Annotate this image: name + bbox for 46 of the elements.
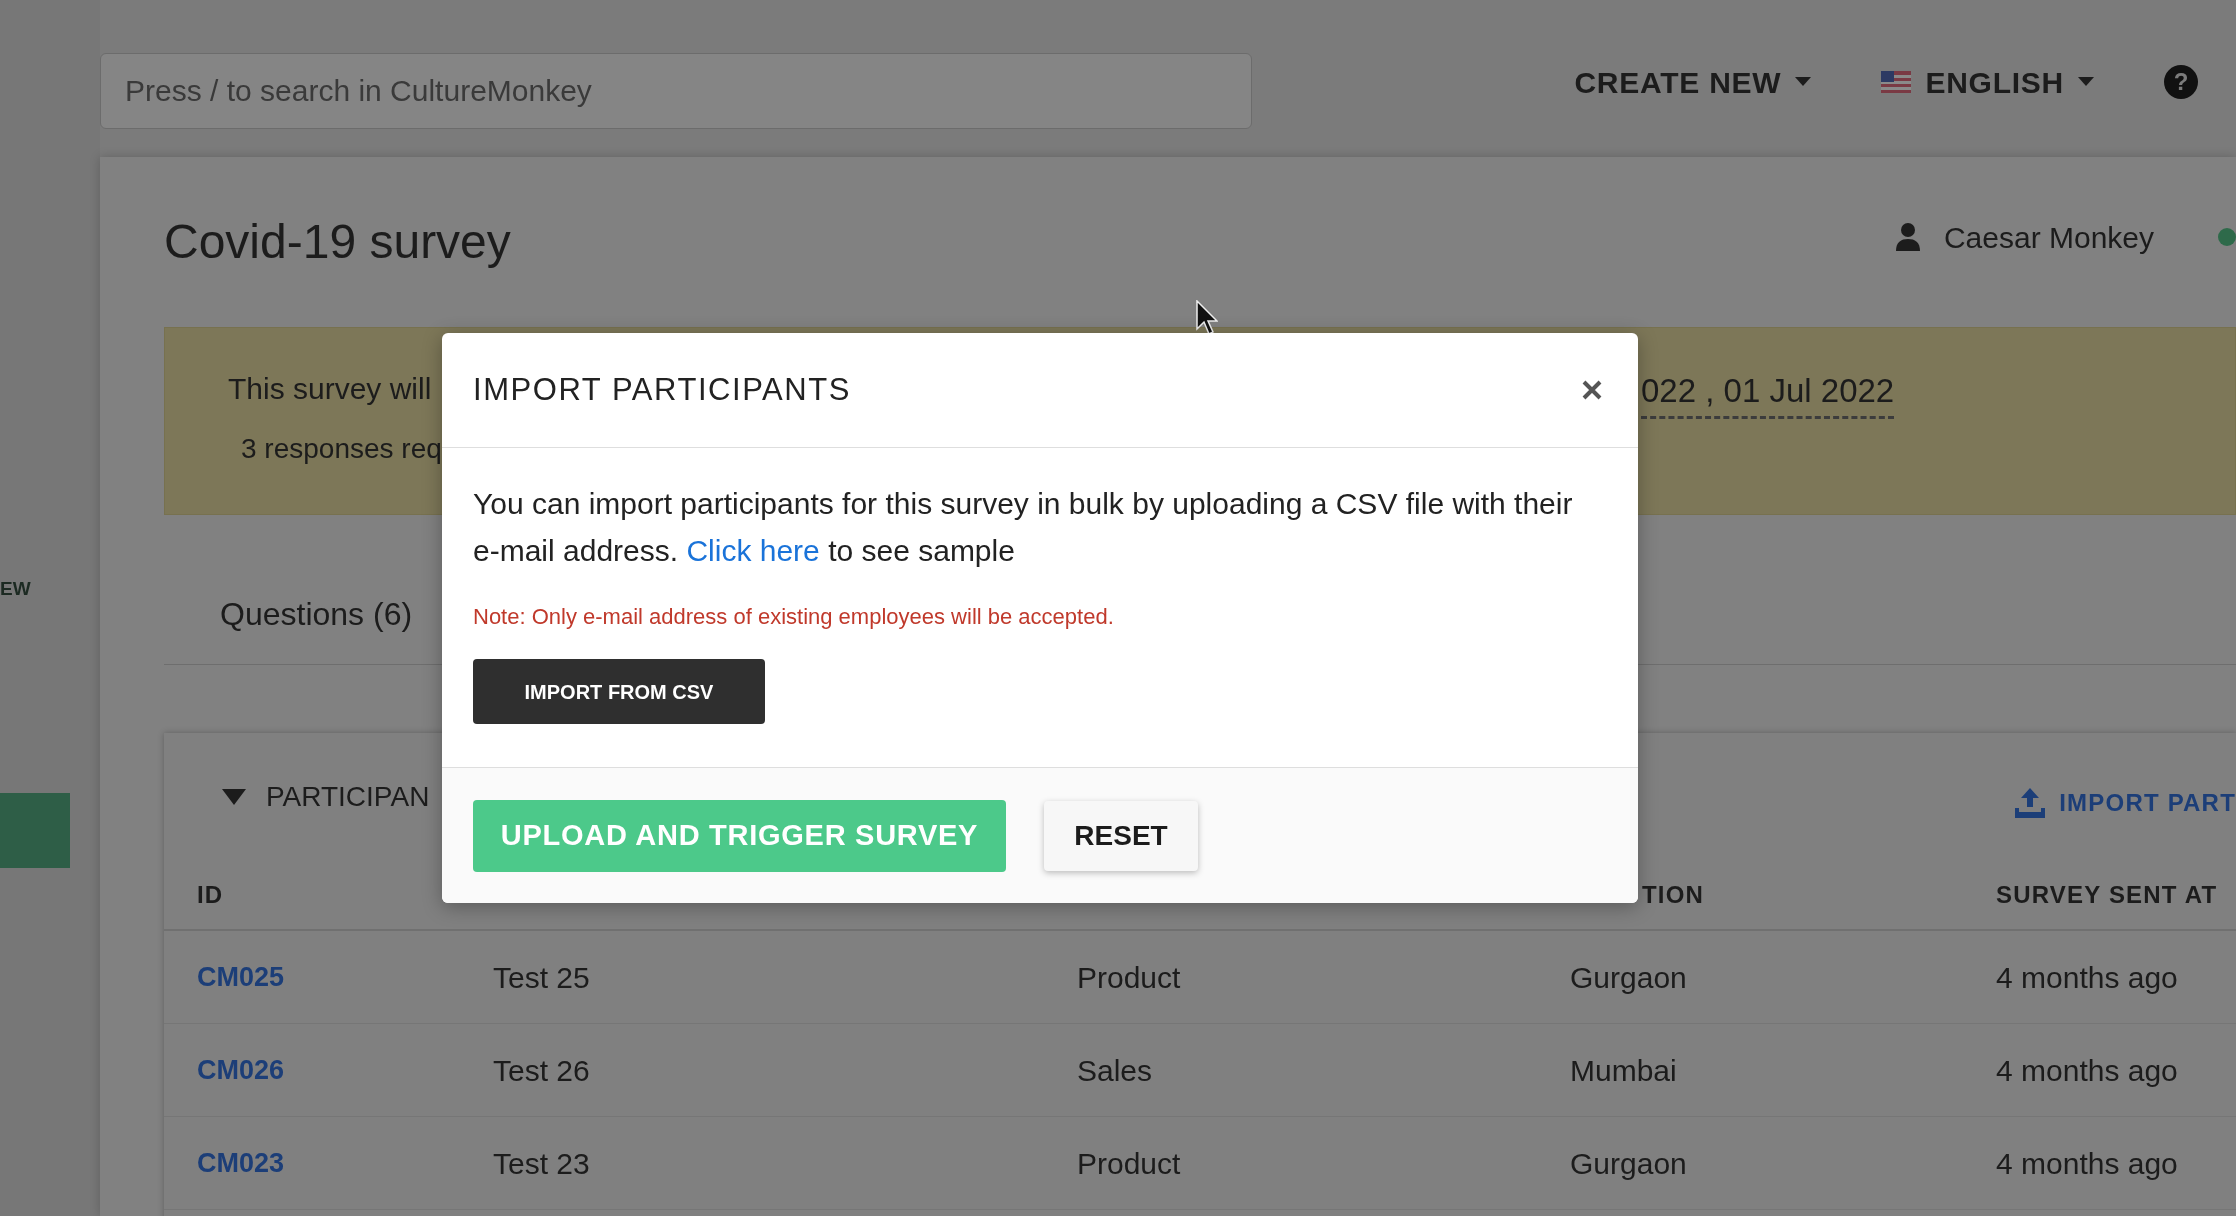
table-cell-text: Test 26	[493, 1052, 591, 1089]
column-header: TION	[1642, 881, 1705, 908]
caret-icon	[1795, 77, 1812, 87]
table-cell-text: Test 23	[493, 1145, 591, 1182]
table-cell-text: 4 months ago	[1996, 959, 2179, 996]
user-icon	[1895, 223, 1920, 251]
sample-link[interactable]: Click here	[686, 534, 820, 567]
note-text: Note: Only e-mail address of existing employees will be accepted.	[473, 603, 1115, 631]
tab[interactable]: Questions (6)	[220, 590, 413, 664]
participant-id-link[interactable]: CM026	[197, 1049, 493, 1091]
column-header: SURVEY SENT AT	[1996, 881, 2218, 908]
table-cell-text: Gurgaon	[1570, 1145, 1688, 1182]
banner-text: This survey will	[228, 371, 432, 407]
upload-trigger-button[interactable]: UPLOAD AND TRIGGER SURVEY	[473, 799, 1006, 872]
table-cell-text: Mumbai	[1570, 1052, 1678, 1089]
table-cell-text: 4 months ago	[1996, 1052, 2179, 1089]
page-title: Covid-19 survey	[164, 214, 511, 270]
banner-text: 3 responses req	[241, 432, 442, 466]
banner-dates: 022 , 01 Jul 2022	[1641, 366, 1895, 419]
table-cell-text: Test 25	[493, 959, 591, 996]
help-button[interactable]: ?	[2164, 65, 2198, 99]
close-icon	[1582, 380, 1602, 400]
import-link[interactable]: IMPORT PART	[2015, 773, 2236, 821]
caret-icon	[2078, 77, 2094, 87]
participant-id-link[interactable]: CM023	[197, 1142, 493, 1184]
table-cell-text: Product	[1077, 1145, 1182, 1182]
dialog-message: You can import participants for this survey in bulk by uploading a CSV file with their e-mail address. Click here to see sample	[473, 486, 1574, 569]
language-dropdown[interactable]: ENGLISH	[1881, 59, 2094, 105]
table-cell-text: Product	[1077, 959, 1182, 996]
caret-down-icon	[222, 789, 246, 805]
mouse-cursor-icon	[1196, 300, 1218, 336]
column-header: ID	[197, 881, 224, 908]
flag-icon	[1881, 71, 1912, 93]
table-cell-text: 4 months ago	[1996, 1145, 2179, 1182]
user-name: Caesar Monkey	[1943, 219, 2154, 256]
sidebar-item[interactable]: EW	[0, 575, 31, 604]
participants-toggle[interactable]: PARTICIPAN	[222, 776, 430, 818]
participant-id-link[interactable]: CM025	[197, 956, 493, 998]
search-field[interactable]: Press / to search in CultureMonkey	[100, 53, 1252, 129]
create-new-dropdown[interactable]: CREATE NEW	[1574, 59, 1812, 105]
dialog-title: IMPORT PARTICIPANTS	[473, 370, 851, 409]
import-csv-button[interactable]: IMPORT FROM CSV	[473, 659, 765, 724]
reset-button[interactable]: RESET	[1044, 800, 1198, 871]
table-cell-text: Gurgaon	[1570, 959, 1688, 996]
table-cell-text: Sales	[1077, 1052, 1154, 1089]
upload-icon	[2015, 788, 2046, 818]
